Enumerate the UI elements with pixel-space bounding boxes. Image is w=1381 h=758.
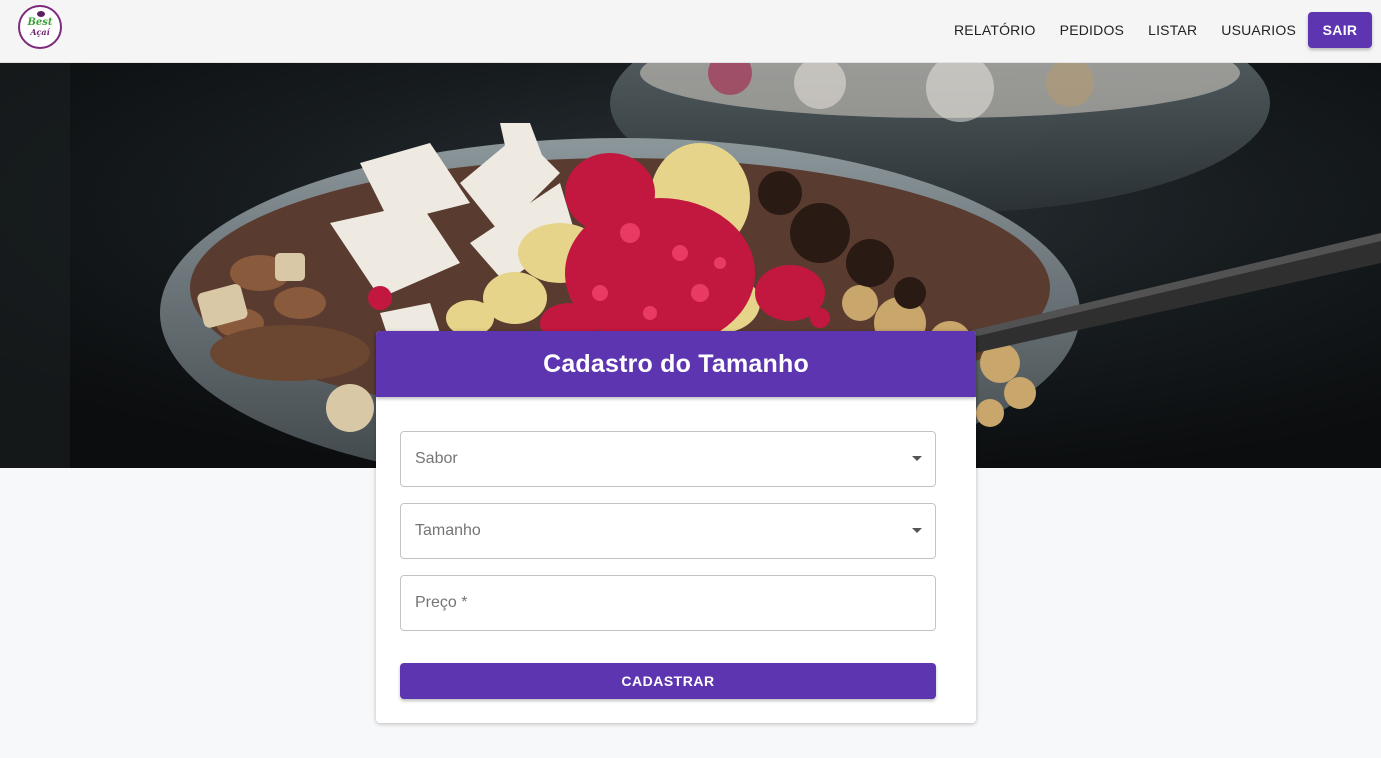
top-bar: Best Açaí RELATÓRIO PEDIDOS LISTAR USUAR… xyxy=(0,0,1381,63)
brand-logo[interactable]: Best Açaí xyxy=(18,5,62,49)
price-input[interactable]: Preço * xyxy=(400,575,936,631)
card-title: Cadastro do Tamanho xyxy=(543,349,809,378)
nav-usuarios[interactable]: USUARIOS xyxy=(1209,12,1308,48)
arrow-drop-down-icon xyxy=(912,456,922,461)
berry-icon xyxy=(37,11,45,17)
nav-listar[interactable]: LISTAR xyxy=(1136,12,1209,48)
register-size-card: Cadastro do Tamanho Sabor Tamanho Preço … xyxy=(376,331,976,723)
nav-pedidos[interactable]: PEDIDOS xyxy=(1048,12,1136,48)
logout-button[interactable]: SAIR xyxy=(1308,12,1372,48)
card-header: Cadastro do Tamanho xyxy=(376,331,976,397)
flavor-select[interactable]: Sabor xyxy=(400,431,936,487)
nav-relatorio[interactable]: RELATÓRIO xyxy=(942,12,1048,48)
price-input-placeholder: Preço * xyxy=(415,594,468,611)
submit-button[interactable]: CADASTRAR xyxy=(400,663,936,699)
size-select[interactable]: Tamanho xyxy=(400,503,936,559)
size-select-placeholder: Tamanho xyxy=(415,522,481,539)
flavor-select-placeholder: Sabor xyxy=(415,450,458,467)
logo-text-top: Best xyxy=(27,16,53,28)
arrow-drop-down-icon xyxy=(912,528,922,533)
main-nav: RELATÓRIO PEDIDOS LISTAR USUARIOS SAIR xyxy=(942,12,1372,48)
logo-text-bottom: Açaí xyxy=(30,26,50,37)
